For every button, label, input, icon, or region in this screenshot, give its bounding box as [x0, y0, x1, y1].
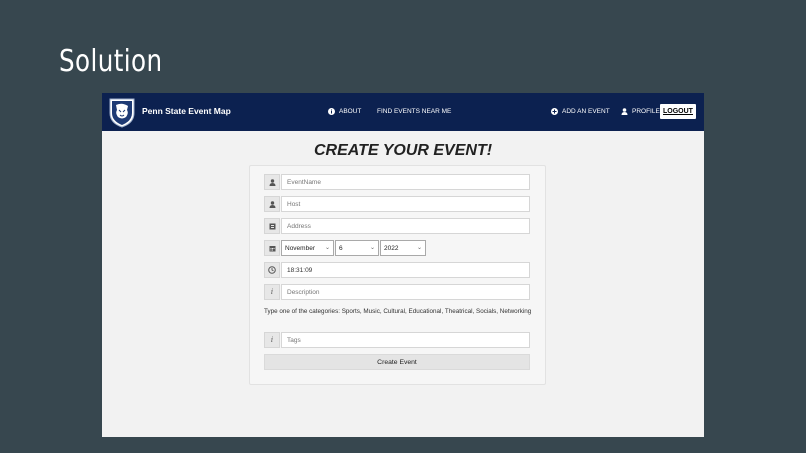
date-row: November ⌄ 6 ⌄ 2022 ⌄	[264, 240, 530, 256]
chevron-down-icon: ⌄	[416, 245, 422, 251]
navbar: Penn State Event Map ABOUT FIND EVENTS N…	[102, 93, 704, 131]
description-input[interactable]: Description	[281, 284, 530, 300]
info-icon: i	[264, 332, 280, 348]
time-input[interactable]: 18:31:09	[281, 262, 530, 278]
event-name-input[interactable]: EventName	[281, 174, 530, 190]
nav-profile-label: PROFILE	[632, 108, 660, 115]
tags-input[interactable]: Tags	[281, 332, 530, 348]
address-row: Address	[264, 218, 530, 234]
nittany-lion-logo[interactable]	[107, 96, 137, 128]
address-card-icon	[264, 218, 280, 234]
chevron-down-icon: ⌄	[369, 245, 375, 251]
create-event-button[interactable]: Create Event	[264, 354, 530, 370]
time-row: 18:31:09	[264, 262, 530, 278]
page-title: CREATE YOUR EVENT!	[313, 142, 493, 159]
nav-about-label: ABOUT	[339, 108, 362, 115]
address-input[interactable]: Address	[281, 218, 530, 234]
description-row: i Description	[264, 284, 530, 300]
person-icon	[264, 174, 280, 190]
month-value: November	[285, 244, 315, 252]
plus-circle-icon	[551, 108, 558, 115]
year-value: 2022	[384, 244, 399, 252]
event-name-row: EventName	[264, 174, 530, 190]
create-event-form: EventName Host Address November ⌄ 6 ⌄ 20…	[249, 165, 546, 385]
nav-find-events[interactable]: FIND EVENTS NEAR ME	[377, 108, 451, 115]
app-screenshot: Penn State Event Map ABOUT FIND EVENTS N…	[102, 93, 704, 437]
nav-profile[interactable]: PROFILE	[621, 108, 660, 115]
info-icon: i	[264, 284, 280, 300]
day-select[interactable]: 6 ⌄	[335, 240, 379, 256]
chevron-down-icon: ⌄	[324, 245, 330, 251]
categories-hint: Type one of the categories: Sports, Musi…	[264, 308, 532, 315]
month-select[interactable]: November ⌄	[281, 240, 334, 256]
day-value: 6	[339, 244, 343, 252]
person-icon	[264, 196, 280, 212]
user-icon	[621, 108, 628, 115]
nav-find-events-label: FIND EVENTS NEAR ME	[377, 108, 452, 115]
host-input[interactable]: Host	[281, 196, 530, 212]
info-circle-icon	[328, 108, 335, 115]
host-row: Host	[264, 196, 530, 212]
year-select[interactable]: 2022 ⌄	[380, 240, 426, 256]
tags-row: i Tags	[264, 332, 530, 348]
calendar-icon	[264, 240, 280, 256]
logout-button[interactable]: LOGOUT	[660, 104, 696, 119]
nav-add-event[interactable]: ADD AN EVENT	[551, 108, 610, 115]
slide-title: Solution	[59, 44, 163, 79]
nav-about[interactable]: ABOUT	[328, 108, 361, 115]
nav-add-event-label: ADD AN EVENT	[562, 108, 610, 115]
brand-title[interactable]: Penn State Event Map	[142, 106, 231, 116]
clock-icon	[264, 262, 280, 278]
